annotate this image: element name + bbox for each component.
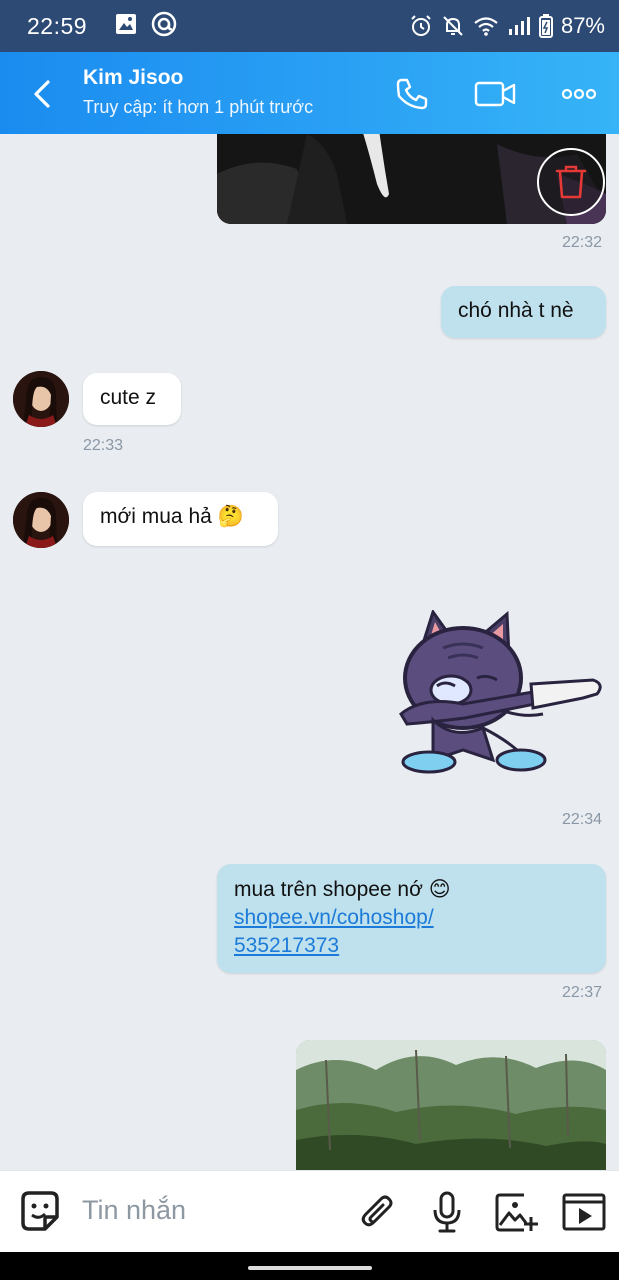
video-icon [562,1193,606,1231]
add-image-icon [495,1193,538,1232]
sticker-icon [21,1191,59,1231]
status-bar: 22:59 87% [0,0,619,52]
sticker-message[interactable] [393,608,605,774]
contact-name[interactable]: Kim Jisoo [83,66,183,90]
link-text: shopee.vn/cohoshop/ [234,906,434,929]
message-input-bar: Tin nhắn [0,1170,619,1252]
video-button[interactable] [561,1189,607,1235]
outgoing-message[interactable]: chó nhà t nè [441,286,606,338]
delete-image-button[interactable] [537,148,605,216]
battery-icon [538,14,553,38]
message-text: mới mua hả 🤔 [100,505,244,528]
system-navigation-bar [0,1252,619,1280]
attach-button[interactable] [355,1189,401,1235]
gallery-icon [115,13,137,40]
trash-icon [555,165,587,199]
incoming-message[interactable]: mới mua hả 🤔 [83,492,278,546]
battery-level: 87% [560,13,605,38]
more-options-button[interactable] [555,72,603,116]
chat-header: Kim Jisoo Truy cập: ít hơn 1 phút trước [0,52,619,134]
wifi-icon [473,15,499,37]
image-message[interactable] [296,1040,606,1170]
video-call-button[interactable] [471,72,519,116]
avatar[interactable] [13,492,69,548]
message-text: chó nhà t nè [458,299,574,322]
message-text: mua trên shopee nớ 😊 [234,878,451,901]
message-time: 22:37 [562,984,603,1001]
at-sign-icon [151,11,177,42]
link-text: 535217373 [234,934,340,957]
avatar-photo [13,492,69,548]
microphone-icon [433,1191,461,1233]
more-options-icon [561,88,597,100]
attachment-icon [361,1195,393,1227]
home-gesture-handle[interactable] [248,1266,372,1270]
avatar[interactable] [13,371,69,427]
avatar-photo [13,371,69,427]
video-call-icon [474,81,516,107]
alarm-icon [409,14,433,38]
outgoing-message[interactable]: mua trên shopee nớ 😊 shopee.vn/cohoshop/… [217,864,606,973]
call-button[interactable] [388,72,436,116]
voice-button[interactable] [424,1189,470,1235]
mute-icon [441,14,465,38]
message-time: 22:34 [562,811,603,828]
signal-icon [507,15,531,37]
shopee-link[interactable]: shopee.vn/cohoshop/535217373 [234,904,589,960]
phone-icon [396,78,428,110]
back-button[interactable] [20,72,64,116]
status-time: 22:59 [27,12,88,39]
message-time: 22:32 [562,234,603,251]
add-image-button[interactable] [493,1189,539,1235]
chat-messages[interactable]: 22:32 chó nhà t nè cute z 22:33 mới mua … [0,134,619,1170]
message-text: cute z [100,386,157,409]
sticker-button[interactable] [17,1189,63,1235]
back-arrow-icon [34,80,50,108]
message-input[interactable]: Tin nhắn [82,1195,342,1231]
incoming-message[interactable]: cute z [83,373,181,425]
dabbing-cat-sticker [399,608,602,774]
last-seen-status: Truy cập: ít hơn 1 phút trước [83,97,314,117]
message-time: 22:33 [83,437,124,454]
forest-photo [296,1040,606,1170]
